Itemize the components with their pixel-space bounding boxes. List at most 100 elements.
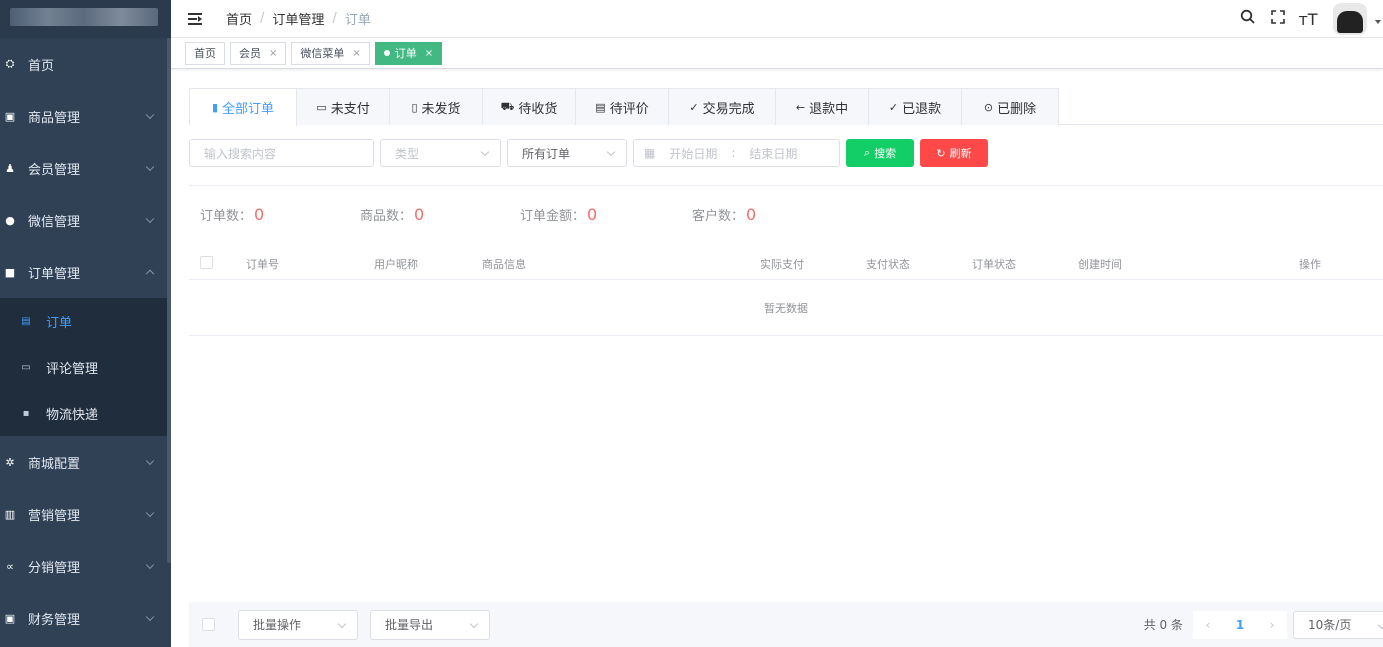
tab-deleted[interactable]: ⊙ 已删除 — [962, 89, 1058, 125]
tab-to-review[interactable]: ▤ 待评价 — [576, 89, 669, 125]
sidebar-item-goods[interactable]: ▣ 商品管理 — [0, 90, 171, 142]
type-select[interactable]: 类型 — [380, 139, 501, 167]
end-date-input[interactable]: 结束日期 — [749, 145, 797, 162]
page-number[interactable]: 1 — [1223, 610, 1257, 639]
stat-order-count: 订单数： 0 — [200, 205, 310, 224]
refresh-button-label: 刷新 — [949, 147, 972, 160]
sidebar-item-wechat[interactable]: ● 微信管理 — [0, 194, 171, 246]
chevron-down-icon — [606, 147, 616, 157]
column-created-time[interactable]: 创建时间 — [1078, 256, 1122, 272]
tab-refunding[interactable]: ← 退款中 — [776, 89, 869, 125]
sidebar-item-marketing[interactable]: ▥ 营销管理 — [0, 488, 171, 540]
sidebar-item-orders[interactable]: ■ 订单管理 — [0, 246, 171, 298]
column-order-no[interactable]: 订单号 — [246, 256, 279, 272]
batch-export-select[interactable]: 批量导出 — [370, 609, 490, 640]
close-icon[interactable]: × — [425, 48, 433, 59]
order-stats: 订单数： 0 商品数： 0 订单金额： 0 客户数： 0 — [200, 205, 806, 224]
dashboard-icon: ⛭ — [5, 57, 15, 70]
tag-label: 首页 — [194, 47, 216, 60]
close-icon[interactable]: × — [269, 48, 277, 59]
order-icon: ▤ — [21, 315, 31, 327]
lock-icon: ■ — [4, 265, 16, 279]
prev-page-button[interactable]: ‹ — [1193, 610, 1223, 639]
date-range-picker[interactable]: ▦ 开始日期 : 结束日期 — [633, 139, 840, 167]
column-pay-status[interactable]: 支付状态 — [866, 256, 910, 272]
search-button-label: 搜索 — [874, 147, 897, 160]
active-dot-icon — [383, 50, 390, 56]
search-button[interactable]: ⌕ 搜索 — [846, 139, 914, 167]
tag-order[interactable]: 订单 × — [374, 41, 443, 65]
table-header: 订单号 用户昵称 商品信息 实际支付 支付状态 订单状态 创建时间 操作 — [189, 246, 1383, 280]
page-size-value: 10条/页 — [1308, 618, 1352, 632]
order-status-tabs: ▮ 全部订单 ▭ 未支付 ▯ 未发货 ⛟ 待收货 ▤ 待评价 ✓ 交易完成 ← 退款中 ✓ 已退… — [189, 88, 1383, 126]
chevron-down-icon — [145, 214, 155, 224]
logo[interactable] — [0, 0, 171, 38]
breadcrumb-separator: / — [332, 11, 337, 26]
tags-view: 首页 会员 × 微信菜单 × 订单 × — [171, 38, 1383, 69]
sidebar-item-label: 会员管理 — [28, 162, 81, 178]
sidebar-item-home[interactable]: ⛭ 首页 — [0, 38, 171, 90]
date-range-separator: : — [731, 146, 736, 160]
sidebar-item-distribution[interactable]: ∝ 分销管理 — [0, 540, 171, 592]
stat-value: 0 — [414, 205, 425, 224]
wechat-icon: ● — [5, 213, 15, 227]
column-nickname[interactable]: 用户昵称 — [374, 256, 418, 272]
breadcrumb-order-management[interactable]: 订单管理 — [272, 9, 324, 28]
tab-to-receive[interactable]: ⛟ 待收货 — [483, 89, 576, 125]
tab-all-orders[interactable]: ▮ 全部订单 — [190, 89, 297, 126]
tag-members[interactable]: 会员 × — [230, 41, 287, 65]
hamburger-icon[interactable] — [188, 12, 202, 25]
next-page-button[interactable]: › — [1257, 610, 1287, 639]
column-order-status[interactable]: 订单状态 — [972, 256, 1016, 272]
fullscreen-icon[interactable] — [1263, 9, 1293, 29]
orders-submenu: ▤ 订单 ▭ 评论管理 ▪ 物流快递 — [0, 298, 171, 436]
search-icon[interactable] — [1233, 9, 1263, 29]
chevron-down-icon — [145, 456, 155, 466]
sidebar-item-members[interactable]: ♟ 会员管理 — [0, 142, 171, 194]
start-date-input[interactable]: 开始日期 — [669, 145, 717, 162]
footer-select-all-checkbox[interactable] — [202, 618, 215, 631]
caret-down-icon[interactable] — [1375, 20, 1381, 24]
order-scope-select[interactable]: 所有订单 — [507, 139, 627, 167]
sidebar-item-label: 营销管理 — [28, 508, 81, 524]
chevron-down-icon — [1377, 620, 1383, 629]
tag-home[interactable]: 首页 — [185, 41, 225, 65]
tab-completed[interactable]: ✓ 交易完成 — [669, 89, 776, 125]
table-footer: 批量操作 批量导出 共 0 条 ‹ 1 › 10条/页 — [189, 602, 1383, 647]
refresh-button[interactable]: ↻ 刷新 — [920, 139, 988, 167]
tab-label: 未发货 — [421, 101, 461, 117]
batch-operations-select[interactable]: 批量操作 — [238, 609, 358, 640]
sidebar-item-finance[interactable]: ▣ 财务管理 — [0, 592, 171, 644]
avatar[interactable] — [1333, 3, 1367, 35]
tab-unshipped[interactable]: ▯ 未发货 — [390, 89, 483, 125]
chevron-down-icon — [469, 619, 479, 628]
sidebar-item-label: 商城配置 — [28, 456, 81, 472]
column-paid-amount[interactable]: 实际支付 — [760, 256, 804, 272]
tab-label: 全部订单 — [222, 102, 275, 117]
sidebar-scrollbar[interactable] — [167, 38, 171, 563]
page-size-select[interactable]: 10条/页 — [1293, 610, 1383, 639]
sidebar-subitem-order[interactable]: ▤ 订单 — [0, 298, 171, 344]
stat-goods-count: 商品数： 0 — [360, 205, 470, 224]
select-all-checkbox[interactable] — [200, 256, 213, 269]
search-icon: ⌕ — [863, 146, 871, 159]
close-icon[interactable]: × — [352, 48, 360, 59]
tab-refunded[interactable]: ✓ 已退款 — [869, 89, 962, 125]
type-select-placeholder: 类型 — [395, 146, 420, 161]
sidebar-item-label: 财务管理 — [28, 612, 81, 628]
navbar-right: тT — [1233, 0, 1383, 38]
search-input[interactable]: 输入搜索内容 — [189, 139, 374, 167]
column-goods-info[interactable]: 商品信息 — [482, 256, 526, 272]
sidebar-subitem-comments[interactable]: ▭ 评论管理 — [0, 344, 171, 390]
sidebar-subitem-logistics[interactable]: ▪ 物流快递 — [0, 390, 171, 436]
breadcrumb-home[interactable]: 首页 — [226, 9, 252, 28]
tab-unpaid[interactable]: ▭ 未支付 — [297, 89, 390, 125]
refresh-icon: ↻ — [936, 146, 946, 160]
chevron-down-icon — [145, 162, 155, 172]
calendar-icon: ▦ — [644, 146, 656, 160]
sidebar-item-mall-config[interactable]: ✲ 商城配置 — [0, 436, 171, 488]
tag-wechat-menu[interactable]: 微信菜单 × — [291, 41, 370, 65]
order-icon: ▮ — [211, 101, 219, 114]
font-size-icon[interactable]: тT — [1293, 10, 1323, 29]
stat-label: 订单金额： — [520, 209, 586, 224]
